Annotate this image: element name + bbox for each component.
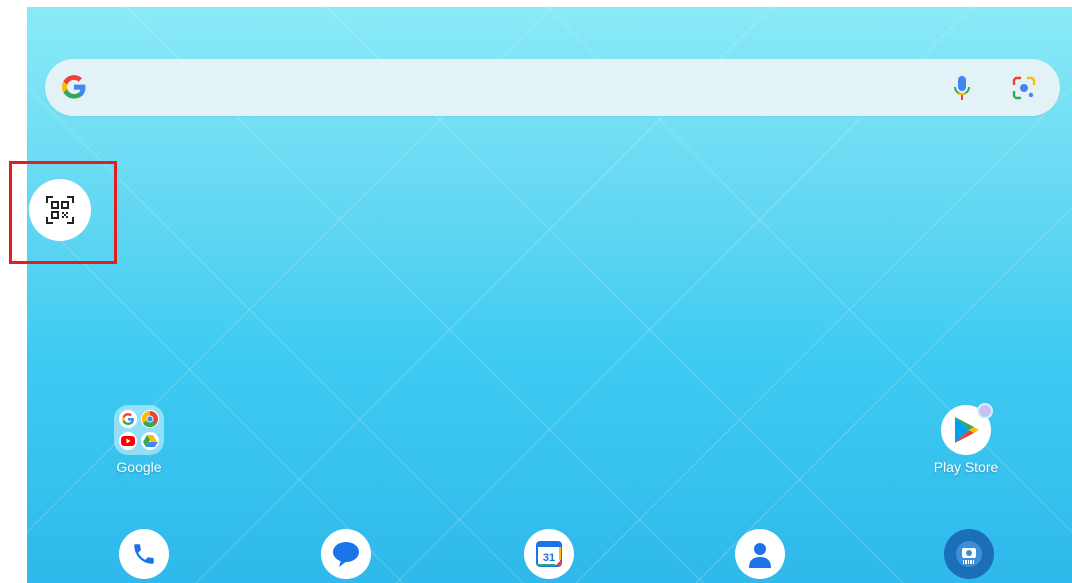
google-lens-icon[interactable]	[1011, 75, 1037, 101]
contacts-icon	[749, 543, 771, 568]
drive-mini-icon	[141, 432, 159, 450]
highlight-box	[9, 161, 117, 264]
notification-dot	[977, 403, 993, 419]
google-search-bar[interactable]	[45, 59, 1060, 116]
screenshot-frame: Google Play Store 31	[0, 0, 1072, 583]
play-store-app[interactable]: Play Store	[911, 403, 1021, 475]
microphone-icon[interactable]	[952, 74, 972, 102]
messages-icon	[333, 542, 359, 567]
calendar-day: 31	[543, 552, 555, 564]
contacts-app[interactable]	[735, 529, 785, 579]
phone-icon	[134, 544, 154, 564]
app-label-play-store: Play Store	[933, 459, 999, 475]
youtube-mini-icon	[119, 432, 137, 450]
chrome-mini-icon	[141, 410, 159, 428]
messages-app[interactable]	[321, 529, 371, 579]
home-screen: Google Play Store 31	[27, 7, 1072, 583]
play-store-icon	[941, 403, 993, 455]
google-folder-icon	[114, 405, 164, 455]
google-app-mini-icon	[119, 410, 137, 428]
camera-icon	[956, 541, 982, 567]
google-g-icon	[62, 75, 86, 99]
app-label-google: Google	[116, 459, 162, 475]
phone-app[interactable]	[119, 529, 169, 579]
google-folder[interactable]: Google	[84, 405, 194, 475]
calendar-icon: 31	[536, 541, 562, 567]
camera-app[interactable]	[944, 529, 994, 579]
calendar-app[interactable]: 31	[524, 529, 574, 579]
